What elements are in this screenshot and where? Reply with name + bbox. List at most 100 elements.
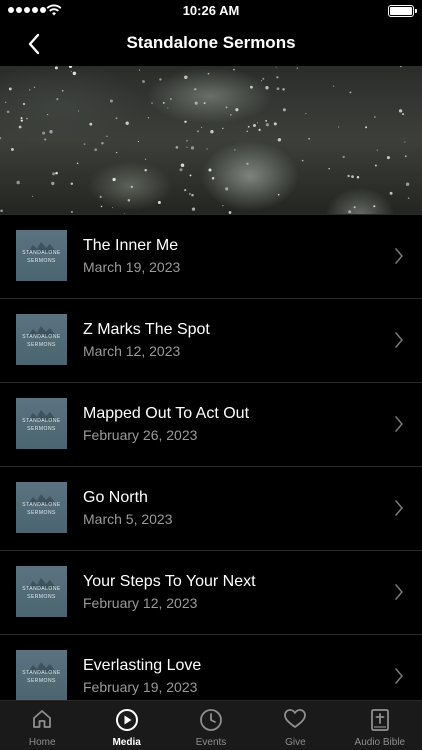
snow-speck: [282, 108, 286, 112]
snow-speck: [282, 88, 285, 91]
snow-speck: [5, 101, 7, 103]
chevron-right-icon: [395, 668, 403, 684]
snow-speck: [127, 199, 131, 202]
snow-speck: [186, 140, 188, 142]
snow-speck: [376, 149, 378, 151]
thumbnail-label-line1: STANDALONE: [22, 586, 61, 592]
snow-speck: [83, 143, 86, 146]
snow-speck: [247, 125, 250, 128]
snow-speck: [61, 89, 64, 92]
chevron-left-icon: [28, 33, 40, 55]
snow-speck: [234, 149, 236, 151]
snow-speck: [305, 112, 307, 114]
snow-speck: [246, 130, 248, 132]
snow-speck: [225, 106, 228, 109]
snow-speck: [20, 119, 23, 122]
snow-speck: [405, 182, 410, 186]
snow-speck: [197, 130, 199, 133]
snow-speck: [55, 171, 58, 175]
snow-speck: [210, 130, 214, 134]
list-item[interactable]: STANDALONE SERMONS Your Steps To Your Ne…: [0, 550, 422, 634]
snow-speck: [349, 91, 352, 94]
chevron-right-icon: [395, 584, 403, 600]
sermon-date: March 12, 2023: [83, 343, 181, 359]
snow-speck: [262, 77, 265, 80]
snow-speck: [342, 155, 345, 159]
battery-icon: [388, 5, 417, 17]
snow-speck: [332, 85, 335, 87]
list-item[interactable]: STANDALONE SERMONS Z Marks The Spot Marc…: [0, 298, 422, 382]
snow-speck: [308, 138, 310, 140]
snow-speck: [275, 66, 277, 68]
snow-speck: [404, 141, 406, 143]
snow-speck: [109, 99, 113, 103]
chevron-right-icon: [395, 332, 403, 348]
snow-speck: [374, 116, 376, 118]
sermon-thumbnail: STANDALONE SERMONS: [16, 650, 67, 700]
tab-home[interactable]: Home: [0, 701, 84, 750]
snow-speck: [189, 174, 192, 177]
sermon-title: Go North: [83, 489, 148, 506]
list-item[interactable]: STANDALONE SERMONS The Inner Me March 19…: [0, 214, 422, 298]
snow-speck: [144, 168, 147, 172]
snow-speck: [42, 131, 46, 135]
snow-speck: [51, 181, 55, 186]
snow-speck: [78, 110, 80, 112]
snow-speck: [351, 175, 354, 178]
snow-speck: [194, 88, 197, 91]
snow-speck: [70, 182, 74, 186]
snow-speck: [347, 174, 350, 178]
sermon-thumbnail: STANDALONE SERMONS: [16, 230, 67, 281]
snow-speck: [353, 206, 356, 209]
sermon-list[interactable]: STANDALONE SERMONS The Inner Me March 19…: [0, 214, 422, 700]
snow-speck: [407, 197, 410, 199]
snow-speck: [180, 163, 185, 167]
snow-speck: [399, 66, 402, 68]
tab-events[interactable]: Events: [169, 701, 253, 750]
snow-speck: [265, 86, 269, 90]
snow-speck: [169, 97, 172, 101]
sermon-thumbnail: STANDALONE SERMONS: [16, 314, 67, 365]
snow-speck: [44, 138, 47, 141]
snow-speck: [258, 128, 261, 131]
thumbnail-label-line2: SERMONS: [27, 594, 56, 600]
thumbnail-label-line1: STANDALONE: [22, 670, 61, 676]
snow-speck: [190, 146, 195, 150]
thumbnail-label-line1: STANDALONE: [22, 334, 61, 340]
list-item[interactable]: STANDALONE SERMONS Go North March 5, 202…: [0, 466, 422, 550]
status-bar: 10:26 AM: [0, 0, 422, 22]
snow-speck: [115, 117, 118, 120]
thumbnail-label-line2: SERMONS: [27, 510, 56, 516]
snow-speck: [167, 107, 169, 109]
sermon-thumbnail: STANDALONE SERMONS: [16, 398, 67, 449]
snow-speck: [184, 120, 187, 123]
snow-speck: [277, 193, 280, 196]
snow-speck: [137, 140, 139, 143]
tab-audio-bible[interactable]: Audio Bible: [338, 701, 422, 750]
snow-speck: [194, 101, 198, 105]
snow-speck: [115, 151, 118, 154]
sermon-thumbnail: STANDALONE SERMONS: [16, 482, 67, 533]
snow-speck: [29, 89, 31, 91]
tab-media[interactable]: Media: [84, 701, 168, 750]
snow-speck: [125, 121, 129, 125]
snow-speck: [386, 156, 390, 160]
back-button[interactable]: [20, 30, 48, 58]
chevron-right-icon: [395, 248, 403, 264]
snow-speck: [348, 210, 352, 214]
play-circle-icon: [115, 709, 138, 731]
snow-speck: [49, 129, 53, 134]
tab-give[interactable]: Give: [253, 701, 337, 750]
sermon-title: Your Steps To Your Next: [83, 573, 256, 590]
list-item[interactable]: STANDALONE SERMONS Mapped Out To Act Out…: [0, 382, 422, 466]
snow-speck: [398, 109, 403, 113]
snow-speck: [250, 85, 253, 89]
snow-speck: [56, 98, 59, 101]
bible-icon: [370, 709, 389, 731]
sermon-title: Mapped Out To Act Out: [83, 405, 250, 422]
list-item[interactable]: STANDALONE SERMONS Everlasting Love Febr…: [0, 634, 422, 700]
sermon-thumbnail: STANDALONE SERMONS: [16, 566, 67, 617]
snow-speck: [276, 76, 279, 79]
snow-speck: [389, 191, 393, 195]
snow-speck: [246, 162, 249, 165]
